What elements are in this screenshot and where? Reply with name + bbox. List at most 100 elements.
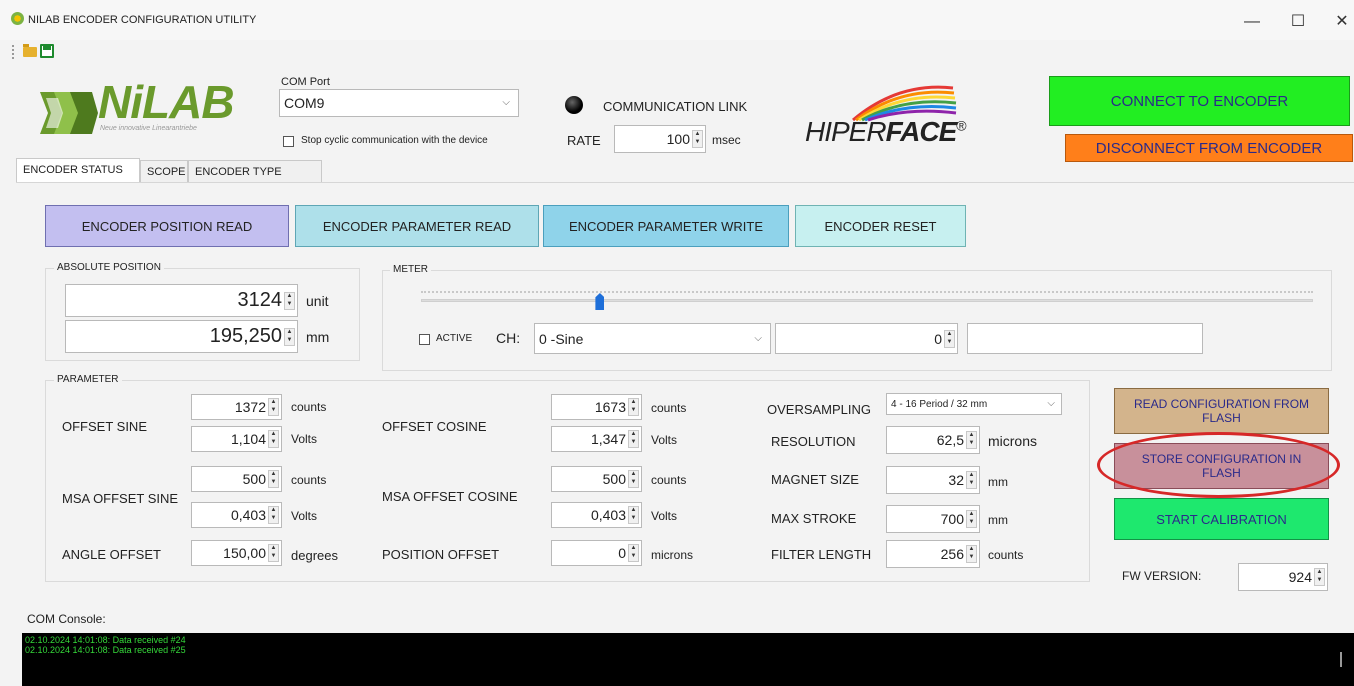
chevron-down-icon: ⌵: [754, 333, 762, 344]
meter-slider-track[interactable]: [421, 299, 1313, 302]
msa-offset-cosine-counts-spinner[interactable]: ▲ ▼: [628, 470, 639, 488]
offset-cosine-counts-spinner[interactable]: ▲ ▼: [628, 398, 639, 416]
com-port-select[interactable]: COM9 ⌵: [279, 89, 519, 117]
msa-offset-cosine-volts-spinner[interactable]: ▲ ▼: [628, 506, 639, 524]
angle-offset-spinner[interactable]: ▲ ▼: [268, 544, 279, 562]
msa-offset-sine-counts-spinner[interactable]: ▲ ▼: [268, 470, 279, 488]
tab-scope[interactable]: SCOPE: [140, 160, 188, 182]
rate-spinner[interactable]: ▲ ▼: [692, 130, 703, 148]
app-icon: [11, 12, 24, 25]
tab-encoder-status[interactable]: ENCODER STATUS: [16, 158, 140, 182]
stop-cyclic-checkbox[interactable]: [283, 136, 294, 147]
chevron-down-icon: ⌵: [502, 97, 510, 108]
offset-sine-counts-unit: counts: [291, 400, 327, 414]
msa-offset-sine-volts-spinner[interactable]: ▲ ▼: [268, 506, 279, 524]
position-unit-value: 3124: [237, 289, 283, 311]
open-folder-icon[interactable]: [23, 44, 37, 57]
position-unit-input[interactable]: 3124 ▲ ▼: [65, 284, 298, 317]
hiperface-logo: HIPERFACE®: [805, 116, 967, 148]
filter-length-input[interactable]: 256 ▲ ▼: [886, 540, 980, 568]
start-calibration-button[interactable]: START CALIBRATION: [1114, 498, 1329, 540]
encoder-reset-button[interactable]: ENCODER RESET: [795, 205, 966, 247]
encoder-parameter-write-button[interactable]: ENCODER PARAMETER WRITE: [543, 205, 789, 247]
msa-offset-sine-volts-input[interactable]: 0,403 ▲ ▼: [191, 502, 282, 528]
fw-version-label: FW VERSION:: [1122, 569, 1202, 583]
com-console[interactable]: 02.10.2024 14:01:08: Data received #24 0…: [22, 633, 1354, 686]
save-icon[interactable]: [40, 44, 54, 58]
msa-offset-cosine-counts-input[interactable]: 500 ▲ ▼: [551, 466, 642, 492]
console-line: 02.10.2024 14:01:08: Data received #25: [25, 645, 186, 655]
nilab-logo-icon: [40, 92, 98, 134]
nilab-tagline: Neue innovative Linearantriebe: [100, 125, 197, 132]
angle-offset-unit: degrees: [291, 548, 338, 563]
tab-encoder-type-label[interactable]: ENCODER TYPE LABEL: [188, 160, 322, 200]
encoder-parameter-read-button[interactable]: ENCODER PARAMETER READ: [295, 205, 539, 247]
msa-offset-sine-counts-value: 500: [242, 471, 266, 487]
close-button[interactable]: ✕: [1322, 8, 1354, 36]
position-offset-input[interactable]: 0 ▲ ▼: [551, 540, 642, 566]
max-stroke-input[interactable]: 700 ▲ ▼: [886, 505, 980, 533]
magnet-size-input[interactable]: 32 ▲ ▼: [886, 466, 980, 494]
connect-button[interactable]: CONNECT TO ENCODER: [1049, 76, 1350, 126]
magnet-size-value: 32: [948, 472, 964, 488]
offset-sine-volts-value: 1,104: [230, 431, 266, 447]
position-unit-spinner[interactable]: ▲ ▼: [284, 291, 295, 310]
chevron-down-icon: ⌵: [1047, 398, 1055, 409]
magnet-size-spinner[interactable]: ▲ ▼: [966, 471, 977, 489]
angle-offset-input[interactable]: 150,00 ▲ ▼: [191, 540, 282, 566]
meter-value-spinner[interactable]: ▲ ▼: [944, 329, 955, 348]
msa-offset-cosine-counts-value: 500: [602, 471, 626, 487]
com-port-label: COM Port: [281, 76, 330, 88]
parameter-title: PARAMETER: [54, 374, 122, 385]
channel-select[interactable]: 0 -Sine ⌵: [534, 323, 771, 354]
offset-sine-counts-value: 1372: [234, 399, 266, 415]
position-offset-label: POSITION OFFSET: [382, 547, 500, 562]
magnet-size-unit: mm: [988, 475, 1008, 489]
position-mm-value: 195,250: [209, 325, 282, 347]
filter-length-label: FILTER LENGTH: [771, 547, 872, 562]
rate-input[interactable]: 100 ▲ ▼: [614, 125, 706, 153]
oversampling-select[interactable]: 4 - 16 Period / 32 mm ⌵: [886, 393, 1062, 415]
hiperface-registered-mark: ®: [956, 117, 966, 134]
resolution-input[interactable]: 62,5 ▲ ▼: [886, 426, 980, 454]
position-mm-input[interactable]: 195,250 ▲ ▼: [65, 320, 298, 353]
offset-sine-counts-spinner[interactable]: ▲ ▼: [268, 398, 279, 416]
resolution-label: RESOLUTION: [771, 434, 856, 449]
offset-cosine-counts-input[interactable]: 1673 ▲ ▼: [551, 394, 642, 420]
read-flash-button[interactable]: READ CONFIGURATION FROM FLASH: [1114, 388, 1329, 434]
fw-version-spinner[interactable]: ▲ ▼: [1314, 568, 1325, 586]
active-checkbox[interactable]: [419, 334, 430, 345]
position-mm-spinner[interactable]: ▲ ▼: [284, 327, 295, 346]
position-unit-label: unit: [306, 293, 329, 309]
offset-cosine-label: OFFSET COSINE: [382, 419, 487, 434]
msa-offset-cosine-volts-value: 0,403: [590, 507, 626, 523]
offset-sine-counts-input[interactable]: 1372 ▲ ▼: [191, 394, 282, 420]
msa-offset-cosine-volts-input[interactable]: 0,403 ▲ ▼: [551, 502, 642, 528]
msa-offset-sine-counts-input[interactable]: 500 ▲ ▼: [191, 466, 282, 492]
offset-sine-volts-spinner[interactable]: ▲ ▼: [268, 430, 279, 448]
offset-cosine-volts-spinner[interactable]: ▲ ▼: [628, 430, 639, 448]
maximize-button[interactable]: ☐: [1278, 8, 1318, 36]
offset-sine-volts-unit: Volts: [291, 432, 318, 446]
meter-value-input[interactable]: 0 ▲ ▼: [775, 323, 958, 354]
link-status-led-icon: [565, 96, 583, 114]
filter-length-value: 256: [940, 546, 964, 562]
disconnect-button[interactable]: DISCONNECT FROM ENCODER: [1065, 134, 1353, 162]
position-mm-label: mm: [306, 329, 330, 345]
magnet-size-label: MAGNET SIZE: [771, 472, 859, 487]
offset-sine-volts-input[interactable]: 1,104 ▲ ▼: [191, 426, 282, 452]
encoder-position-read-button[interactable]: ENCODER POSITION READ: [45, 205, 289, 247]
meter-readout-field[interactable]: [967, 323, 1203, 354]
position-offset-spinner[interactable]: ▲ ▼: [628, 544, 639, 562]
stop-cyclic-label: Stop cyclic communication with the devic…: [301, 135, 488, 146]
hiperface-logo-part2: FACE: [885, 116, 958, 147]
max-stroke-spinner[interactable]: ▲ ▼: [966, 510, 977, 528]
offset-cosine-volts-input[interactable]: 1,347 ▲ ▼: [551, 426, 642, 452]
hiperface-logo-part1: HIPER: [805, 116, 887, 147]
console-scrollbar[interactable]: [1340, 652, 1342, 667]
minimize-button[interactable]: —: [1232, 8, 1272, 36]
meter-value: 0: [934, 330, 942, 347]
resolution-spinner[interactable]: ▲ ▼: [966, 431, 977, 449]
filter-length-spinner[interactable]: ▲ ▼: [966, 545, 977, 563]
offset-cosine-volts-unit: Volts: [651, 433, 678, 447]
